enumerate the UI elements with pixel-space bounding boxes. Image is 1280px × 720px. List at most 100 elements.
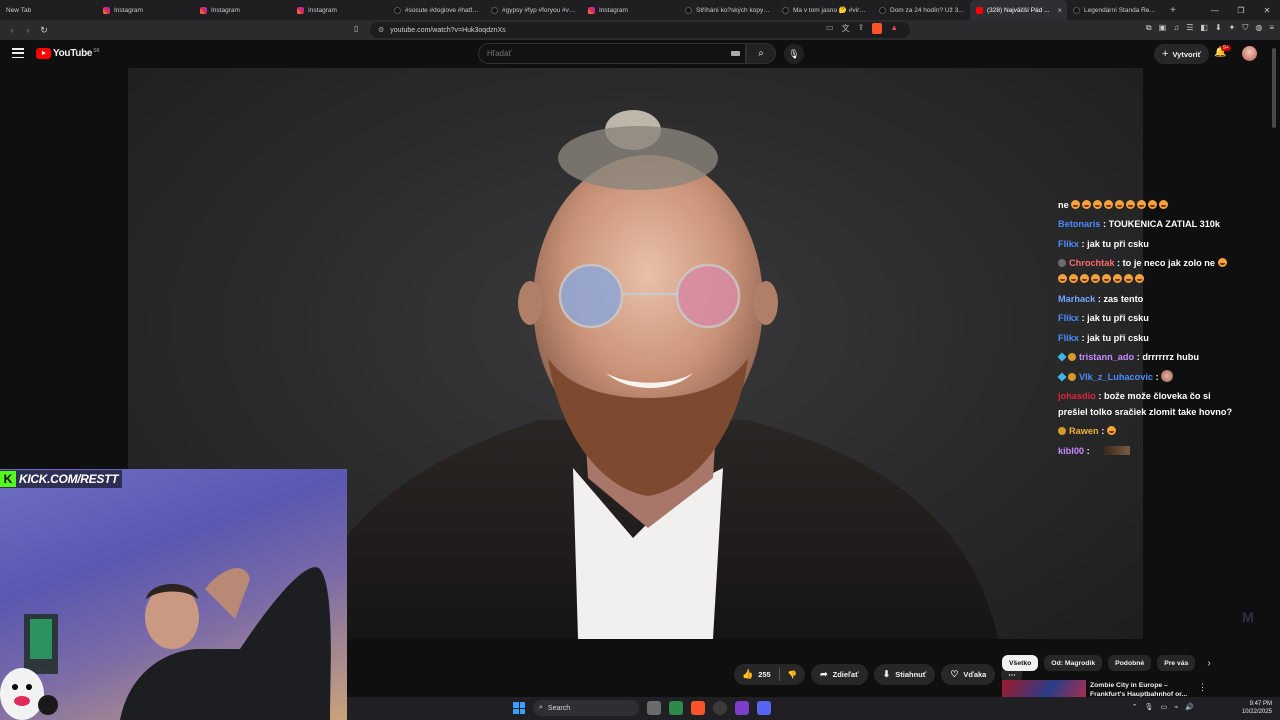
taskbar-clock[interactable]: 9:47 PM 10/22/2025 [1242,700,1272,716]
chevron-up-icon[interactable]: ⌃ [1132,703,1138,711]
brave-shields-icon[interactable] [872,23,883,34]
tiktok-icon [1073,6,1080,14]
download-button[interactable]: ⬇ Stiahnuť [873,664,936,685]
more-vertical-icon[interactable]: ⋮ [1198,682,1207,693]
back-icon[interactable]: ‹ [4,25,20,35]
profile-icon[interactable]: ◍ [1255,23,1262,33]
ai-icon[interactable]: ✦ [1229,23,1236,33]
chip-for-you[interactable]: Pre vás [1157,655,1196,671]
chat-message: johasdio : bože može človeka čo si preši… [1056,389,1236,421]
chat-username: Flikx [1058,313,1079,324]
recommendation-chips: Všetko Od: Magrodik Podobné Pre vás › [1002,655,1211,671]
chip-related[interactable]: Podobné [1108,655,1152,671]
screen: New Tab Instagram Instagram Instagram #s… [0,0,1280,720]
close-window-icon[interactable]: ✕ [1254,6,1280,15]
taskbar-apps [647,701,771,715]
volume-icon[interactable]: 🔊 [1185,703,1194,711]
voice-search-button[interactable]: 🎙 [784,44,804,64]
close-tab-icon[interactable]: × [1057,6,1062,15]
maximize-icon[interactable]: ❐ [1228,6,1254,15]
tab-title: #gypsy #fyp #foryou #viral [502,6,576,14]
search-box[interactable] [478,43,746,64]
youtube-logo[interactable]: YouTube SK [36,48,100,59]
browser-toolbar-right: ⧉ ▣ ♫ ☰ ◧ ⬇ ✦ ⛉ ◍ ≡ [1146,23,1274,33]
display-icon[interactable]: ▭ [1160,703,1167,711]
instagram-icon [200,6,207,14]
cast-icon[interactable]: ▭ [826,23,834,34]
browser-tab[interactable]: Dom za 24 hodín? Už 3... [873,0,970,20]
tiktok-icon [394,6,401,14]
reload-icon[interactable]: ↻ [36,25,52,36]
reading-list-icon[interactable]: ☰ [1186,23,1193,33]
more-horizontal-icon: ⋯ [1008,670,1016,679]
chat-text: : to je neco jak zolo ne [1117,258,1216,269]
media-icon[interactable]: ♫ [1173,23,1179,33]
channel-watermark-icon[interactable]: M [1242,609,1254,625]
chip-from-channel[interactable]: Od: Magrodik [1044,655,1103,671]
chat-text: : TOUKENICA ZATIAL 310k [1102,219,1221,230]
discord-app-icon[interactable] [757,701,771,715]
site-info-icon[interactable]: ⚙ [378,26,384,34]
bookmark-icon[interactable]: ▯ [354,24,358,33]
browser-tab[interactable]: New Tab [0,0,97,20]
account-avatar[interactable] [1242,46,1257,61]
spreadsheet-app-icon[interactable] [669,701,683,715]
microphone-icon[interactable]: 🎙 [1145,703,1154,711]
hamburger-menu-icon[interactable] [12,48,24,58]
windows-start-icon[interactable] [513,702,525,714]
browser-tab[interactable]: Instagram [97,0,194,20]
translate-icon[interactable]: 文 [842,23,850,34]
app-icon[interactable] [713,701,727,715]
sidebar-icon[interactable]: ◧ [1200,23,1208,33]
sub-badge-icon [1068,372,1076,381]
chat-text: : [1155,371,1159,382]
forward-icon[interactable]: › [20,25,36,35]
diamond-badge-icon [1057,372,1067,382]
new-tab-button[interactable]: + [1170,5,1176,16]
search-button[interactable]: ⌕ [746,43,776,64]
browser-tab-active[interactable]: (328) Najväčší Pád ... × [970,0,1067,20]
extensions-icon[interactable]: ⧉ [1146,23,1152,33]
twitch-app-icon[interactable] [735,701,749,715]
minimize-icon[interactable]: — [1202,6,1228,15]
network-icon[interactable]: ⌁ [1174,703,1178,711]
chevron-right-icon[interactable]: › [1207,658,1210,669]
thumbs-up-icon: 👍 [742,669,754,679]
thanks-label: Vďaka [963,670,987,679]
search-icon: ⌕ [539,704,543,711]
brave-rewards-icon[interactable]: ▲ [890,23,898,34]
browser-tab[interactable]: Stříhání ko?ských kopyt: Pr... [679,0,776,20]
browser-tab[interactable]: Legendární Standa Řezáč ... [1067,0,1164,20]
browser-tab[interactable]: Instagram [582,0,679,20]
sub-badge-icon [1068,353,1076,362]
chat-username: Vlk_z_Luhacovic [1079,371,1154,382]
browser-tab[interactable]: Instagram [291,0,388,20]
instagram-icon [103,6,110,14]
search-input[interactable] [487,49,717,58]
browser-tab[interactable]: Ma v tom jasno 🤔 #viral #... [776,0,873,20]
dislike-button[interactable]: 👎 [780,664,805,685]
tab-title: #socute #doglove #hatfbl... [405,6,479,14]
share-icon[interactable]: ⇪ [858,23,865,34]
share-button[interactable]: ➦ Zdieľať [811,664,868,685]
chip-all[interactable]: Všetko [1002,655,1039,671]
brave-browser-icon[interactable] [691,701,705,715]
page-scrollbar[interactable] [1272,48,1276,128]
browser-tab[interactable]: #socute #doglove #hatfbl... [388,0,485,20]
wallet-icon[interactable]: ▣ [1159,23,1167,33]
browser-tab[interactable]: #gypsy #fyp #foryou #viral [485,0,582,20]
like-button[interactable]: 👍 255 [734,664,779,685]
browser-tab[interactable]: Instagram [194,0,291,20]
downloads-icon[interactable]: ⬇ [1215,23,1222,33]
tab-title: Stříhání ko?ských kopyt: Pr... [696,6,770,14]
taskbar-search[interactable]: ⌕ Search [533,700,639,716]
task-view-icon[interactable] [647,701,661,715]
stream-chat-overlay: ne Betonaris : TOUKENICA ZATIAL 310k Fli… [1056,198,1236,463]
image-emote-icon [1103,445,1130,455]
tab-title: (328) Najväčší Pád ... [987,6,1050,14]
keyboard-icon[interactable] [731,51,740,56]
menu-icon[interactable]: ≡ [1269,23,1274,33]
create-button[interactable]: + Vytvoriť [1154,44,1210,64]
thanks-button[interactable]: ♡ Vďaka [941,664,996,685]
vpn-icon[interactable]: ⛉ [1242,23,1248,33]
